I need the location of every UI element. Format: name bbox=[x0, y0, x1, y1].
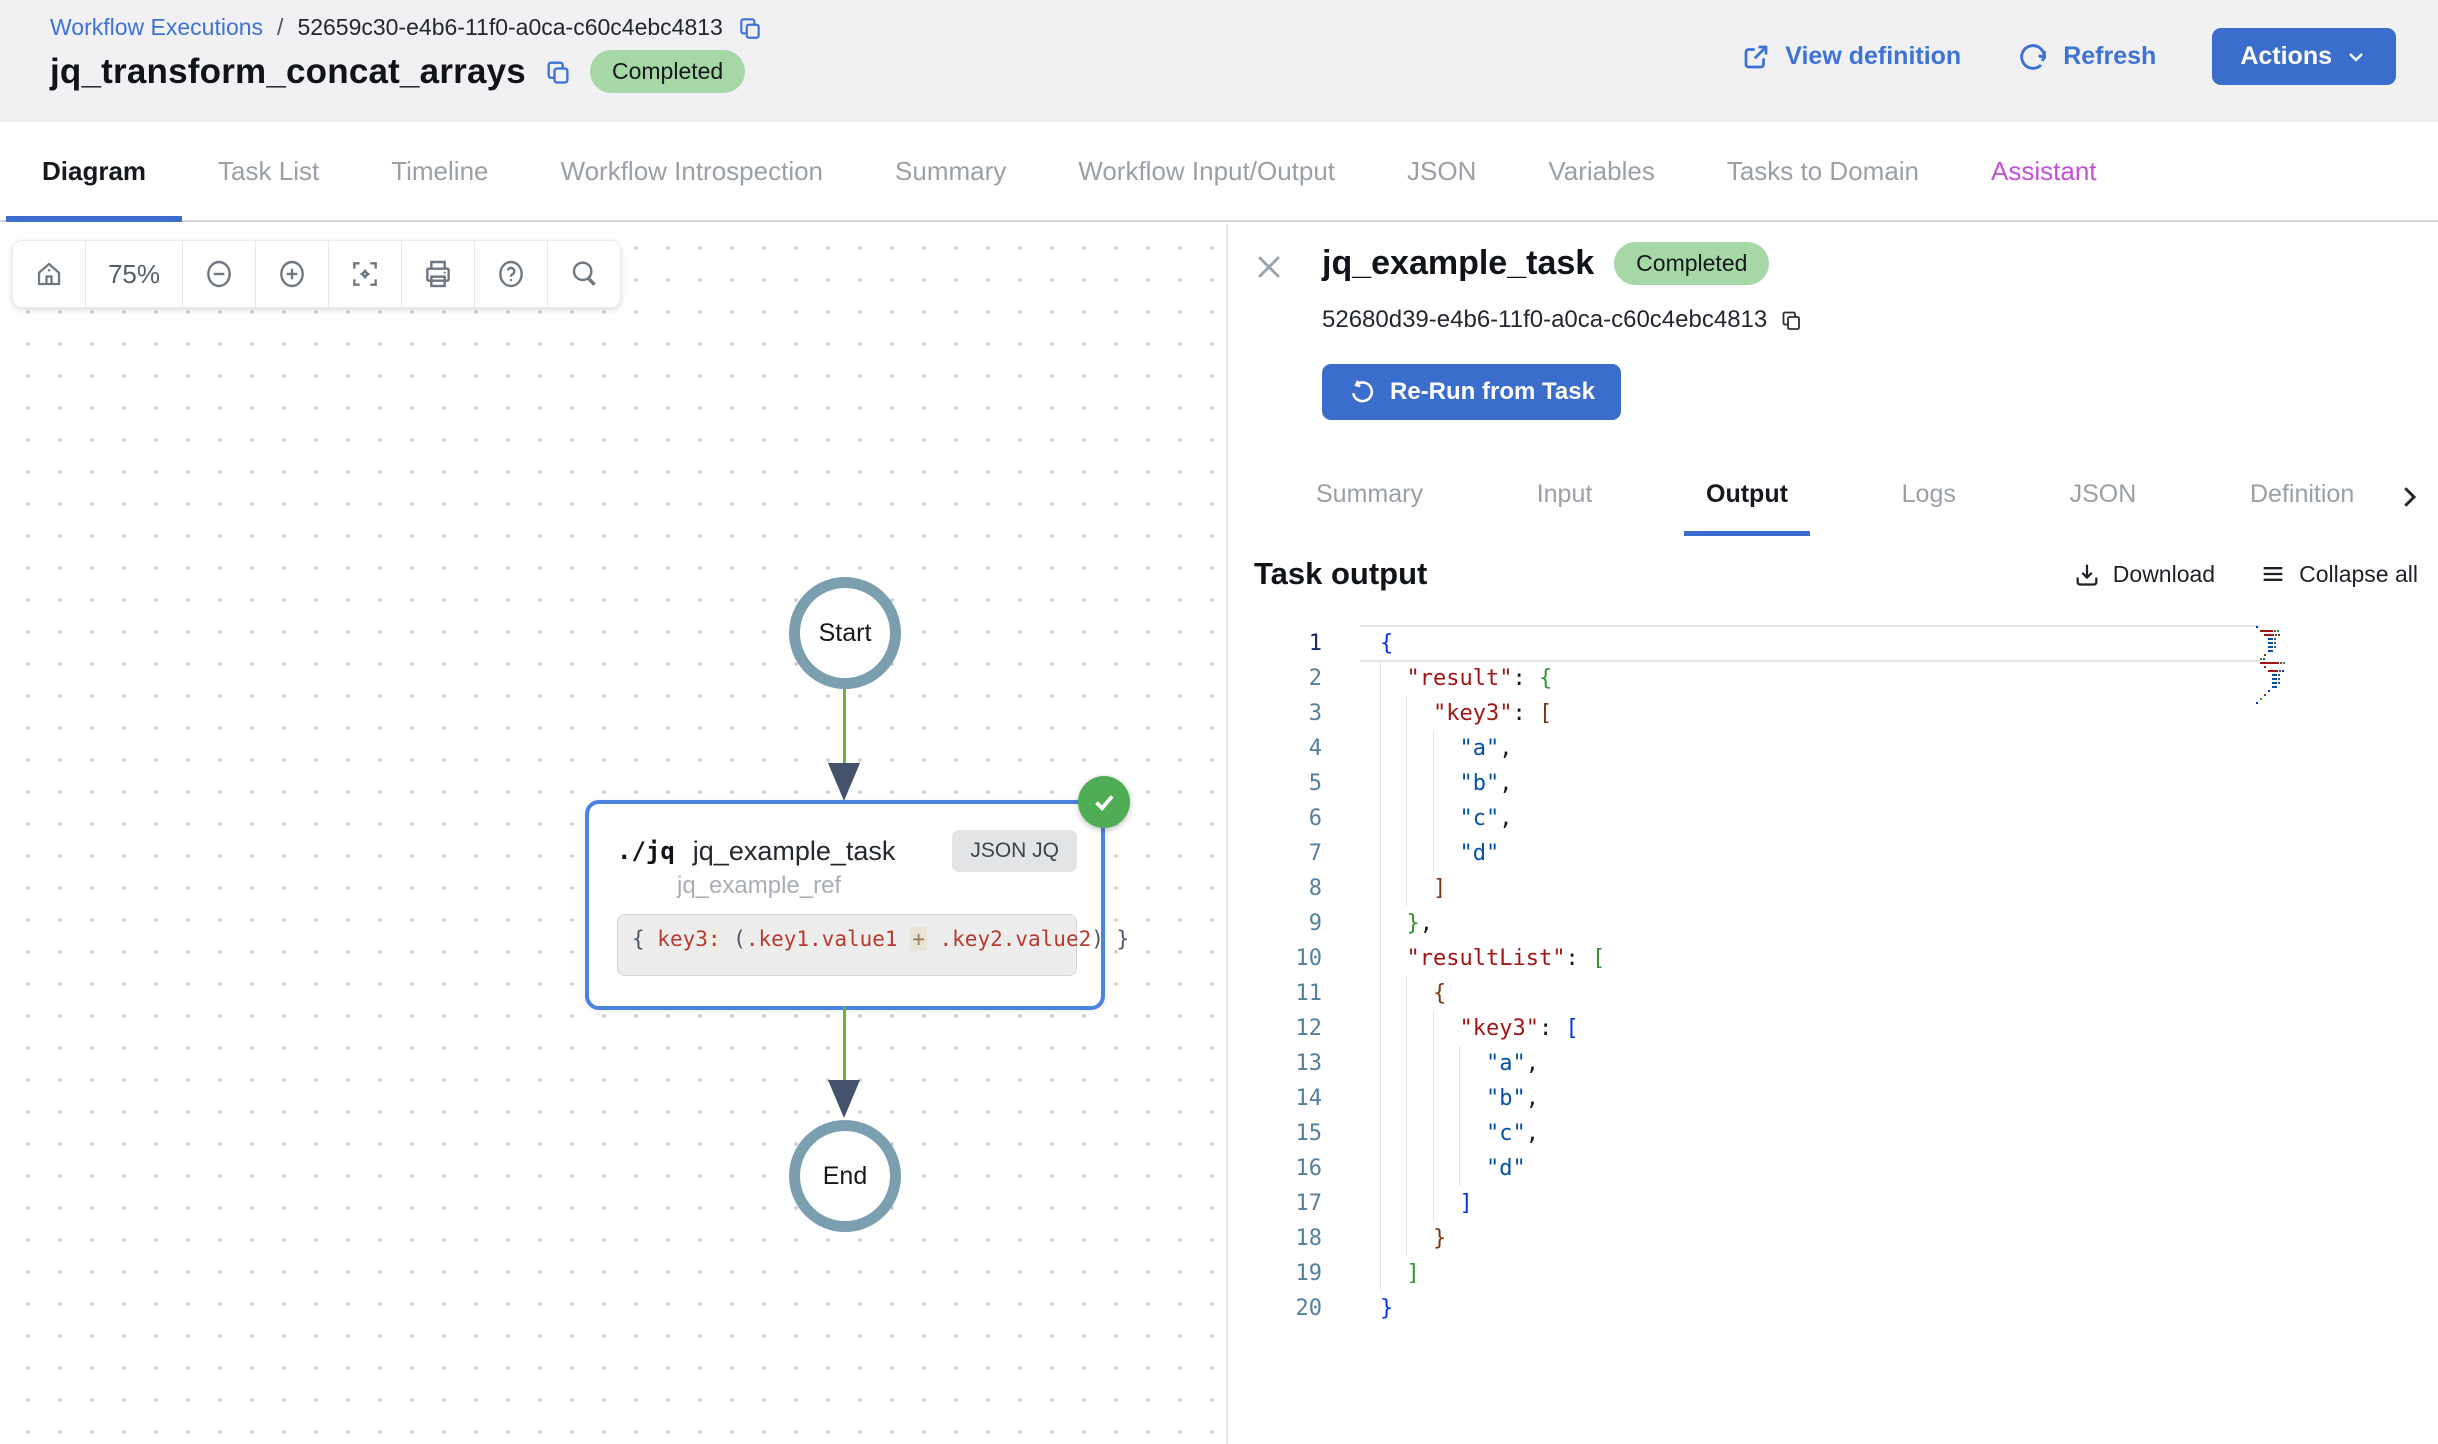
collapse-all-button[interactable]: Collapse all bbox=[2259, 560, 2418, 588]
rerun-label: Re-Run from Task bbox=[1390, 378, 1595, 406]
actions-button[interactable]: Actions bbox=[2212, 28, 2396, 85]
tab-timeline[interactable]: Timeline bbox=[355, 122, 524, 220]
task-tab-summary[interactable]: Summary bbox=[1312, 470, 1427, 536]
code-line: 20} bbox=[1254, 1291, 2438, 1326]
view-definition-label: View definition bbox=[1785, 42, 1961, 71]
code-lines: 1{2 "result": {3 "key3": [4 "a",5 "b",6 … bbox=[1254, 626, 2438, 1326]
breadcrumb-separator: / bbox=[277, 14, 283, 41]
task-node-jq-example-task[interactable]: ./jq jq_example_task JSON JQ jq_example_… bbox=[585, 800, 1105, 1010]
chevron-right-icon[interactable] bbox=[2394, 482, 2424, 512]
breadcrumb-link[interactable]: Workflow Executions bbox=[50, 14, 263, 41]
search-button[interactable] bbox=[548, 241, 620, 307]
view-definition-button[interactable]: View definition bbox=[1741, 42, 1961, 72]
task-node-prefix: ./jq bbox=[617, 837, 675, 865]
arrowhead-icon bbox=[828, 763, 860, 801]
fit-view-button[interactable] bbox=[329, 241, 402, 307]
code-line: 17 ] bbox=[1254, 1186, 2438, 1221]
task-id: 52680d39-e4b6-11f0-a0ca-c60c4ebc4813 bbox=[1322, 306, 1767, 334]
copy-icon[interactable] bbox=[1779, 308, 1803, 332]
download-label: Download bbox=[2113, 561, 2215, 588]
rerun-from-task-button[interactable]: Re-Run from Task bbox=[1322, 364, 1621, 420]
tab-workflow-input-output[interactable]: Workflow Input/Output bbox=[1042, 122, 1371, 220]
chevron-down-icon bbox=[2344, 45, 2368, 69]
task-tab-output[interactable]: Output bbox=[1702, 470, 1792, 536]
task-tab-definition[interactable]: Definition bbox=[2246, 470, 2358, 536]
code-line: 7 "d" bbox=[1254, 836, 2438, 871]
code-line: 10 "resultList": [ bbox=[1254, 941, 2438, 976]
code-line: 11 { bbox=[1254, 976, 2438, 1011]
page-header: Workflow Executions / 52659c30-e4b6-11f0… bbox=[0, 0, 2438, 122]
task-output-heading: Task output bbox=[1254, 556, 1427, 592]
download-icon bbox=[2073, 560, 2101, 588]
close-icon[interactable] bbox=[1252, 250, 1286, 284]
tab-diagram[interactable]: Diagram bbox=[6, 122, 182, 220]
actions-label: Actions bbox=[2240, 42, 2332, 71]
page-title: jq_transform_concat_arrays bbox=[50, 52, 526, 92]
workflow-execution-page: Workflow Executions / 52659c30-e4b6-11f0… bbox=[0, 0, 2438, 1444]
copy-icon[interactable] bbox=[737, 15, 763, 41]
tab-workflow-introspection[interactable]: Workflow Introspection bbox=[525, 122, 860, 220]
tab-tasks-to-domain[interactable]: Tasks to Domain bbox=[1691, 122, 1955, 220]
minimap[interactable] bbox=[2256, 626, 2300, 706]
refresh-button[interactable]: Refresh bbox=[2017, 41, 2156, 73]
tab-summary[interactable]: Summary bbox=[859, 122, 1042, 220]
collapse-all-icon bbox=[2259, 560, 2287, 588]
zoom-in-button[interactable] bbox=[256, 241, 329, 307]
tab-assistant[interactable]: Assistant bbox=[1955, 122, 2133, 220]
code-line: 12 "key3": [ bbox=[1254, 1011, 2438, 1046]
zoom-level[interactable]: 75% bbox=[86, 241, 183, 307]
rerun-icon bbox=[1348, 378, 1376, 406]
task-type-badge: JSON JQ bbox=[952, 830, 1077, 872]
refresh-icon bbox=[2017, 41, 2049, 73]
collapse-all-label: Collapse all bbox=[2299, 561, 2418, 588]
task-success-check-icon bbox=[1078, 776, 1130, 828]
task-tab-json[interactable]: JSON bbox=[2066, 470, 2141, 536]
task-tab-input[interactable]: Input bbox=[1533, 470, 1597, 536]
code-line: 14 "b", bbox=[1254, 1081, 2438, 1116]
task-tab-logs[interactable]: Logs bbox=[1898, 470, 1960, 536]
download-button[interactable]: Download bbox=[2073, 560, 2215, 588]
arrowhead-icon bbox=[828, 1080, 860, 1118]
copy-icon[interactable] bbox=[544, 58, 572, 86]
refresh-label: Refresh bbox=[2063, 42, 2156, 71]
task-title: jq_example_task bbox=[1322, 244, 1594, 283]
zoom-out-button[interactable] bbox=[183, 241, 256, 307]
end-node[interactable]: End bbox=[789, 1120, 901, 1232]
edge-start-to-task bbox=[843, 689, 846, 765]
diagram-toolbar: 75% bbox=[12, 240, 621, 308]
code-line: 5 "b", bbox=[1254, 766, 2438, 801]
status-badge: Completed bbox=[590, 50, 745, 93]
code-line: 8 ] bbox=[1254, 871, 2438, 906]
task-node-name: jq_example_task bbox=[693, 836, 896, 867]
workflow-diagram-canvas: 75% Start bbox=[0, 224, 1226, 1444]
tab-task-list[interactable]: Task List bbox=[182, 122, 355, 220]
code-line: 6 "c", bbox=[1254, 801, 2438, 836]
code-line: 9 }, bbox=[1254, 906, 2438, 941]
external-link-icon bbox=[1741, 42, 1771, 72]
main-tab-bar: Diagram Task List Timeline Workflow Intr… bbox=[0, 122, 2438, 222]
edge-task-to-end bbox=[843, 1006, 846, 1082]
task-detail-panel: jq_example_task Completed 52680d39-e4b6-… bbox=[1226, 224, 2438, 1444]
breadcrumb-execution-id: 52659c30-e4b6-11f0-a0ca-c60c4ebc4813 bbox=[297, 14, 722, 41]
code-line: 19 ] bbox=[1254, 1256, 2438, 1291]
code-line: 16 "d" bbox=[1254, 1151, 2438, 1186]
code-line: 4 "a", bbox=[1254, 731, 2438, 766]
json-output-editor[interactable]: 1{2 "result": {3 "key3": [4 "a",5 "b",6 … bbox=[1254, 626, 2438, 1366]
task-node-ref: jq_example_ref bbox=[677, 872, 841, 900]
task-detail-tabs: Summary Input Output Logs JSON Definitio… bbox=[1312, 470, 2358, 536]
print-button[interactable] bbox=[402, 241, 475, 307]
tab-json[interactable]: JSON bbox=[1371, 122, 1512, 220]
breadcrumb: Workflow Executions / 52659c30-e4b6-11f0… bbox=[50, 14, 763, 41]
node-code: { key3: (.key1.value1 + .key2.value2) } bbox=[617, 914, 1077, 976]
end-node-label: End bbox=[823, 1162, 867, 1191]
code-line: 13 "a", bbox=[1254, 1046, 2438, 1081]
start-node-label: Start bbox=[819, 619, 872, 648]
help-button[interactable] bbox=[475, 241, 548, 307]
tab-variables[interactable]: Variables bbox=[1512, 122, 1690, 220]
code-line: 18 } bbox=[1254, 1221, 2438, 1256]
task-status-badge: Completed bbox=[1614, 242, 1769, 285]
start-node[interactable]: Start bbox=[789, 577, 901, 689]
code-line: 15 "c", bbox=[1254, 1116, 2438, 1151]
home-button[interactable] bbox=[13, 241, 86, 307]
